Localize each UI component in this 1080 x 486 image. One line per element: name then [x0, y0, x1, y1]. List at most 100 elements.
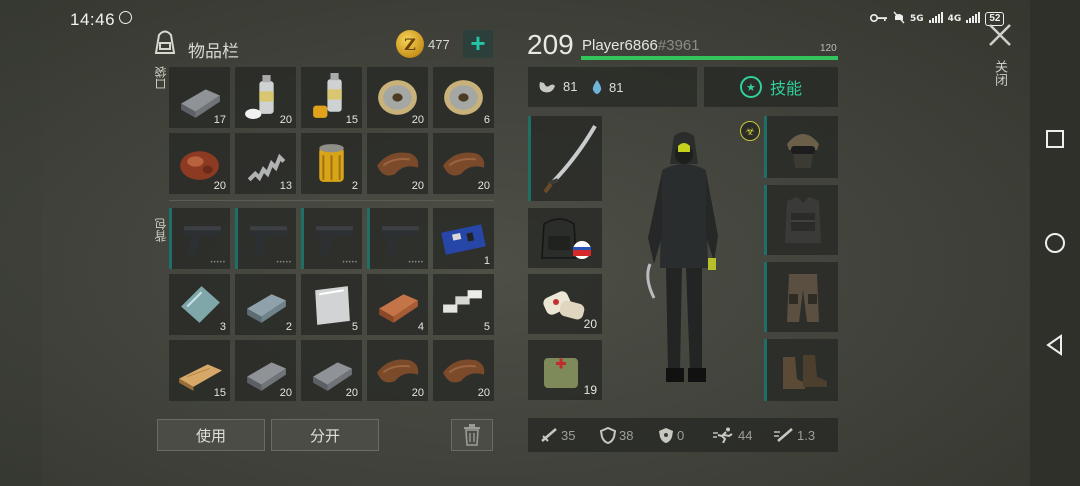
- inventory-slot[interactable]: 15: [169, 340, 230, 401]
- item-count: 20: [411, 180, 424, 192]
- wire-spool-icon: [444, 80, 483, 115]
- pockets-grid: 17 20 15 20 6 20 13 2 20 20: [169, 67, 494, 194]
- inventory-slot[interactable]: 13: [235, 133, 296, 194]
- trash-icon: [464, 424, 480, 446]
- inventory-slot[interactable]: 20: [169, 133, 230, 194]
- xp-max: 120: [820, 43, 837, 54]
- inventory-slot[interactable]: 20: [433, 133, 494, 194]
- hunger-stat: 81: [537, 79, 577, 94]
- weapon-slot[interactable]: [528, 116, 602, 201]
- steel-ingot-icon: [247, 294, 286, 323]
- attack-speed-value: 1.3: [797, 427, 816, 443]
- item-count: 15: [345, 114, 358, 126]
- attack-stat: 35: [540, 427, 575, 443]
- item-count: 4: [417, 321, 424, 333]
- inventory-slot[interactable]: 4: [367, 274, 428, 335]
- pistol-icon: [184, 226, 221, 255]
- back-button[interactable]: [1041, 331, 1069, 359]
- inventory-slot[interactable]: 20: [433, 340, 494, 401]
- signal-label-2: 4G: [947, 14, 962, 24]
- item-count: 20: [411, 114, 424, 126]
- item-count: 20: [583, 317, 597, 331]
- radiation-shield-icon: [659, 428, 673, 443]
- bolts-icon: [443, 290, 482, 313]
- medical-slot[interactable]: 20: [528, 274, 602, 334]
- body-armor-slot[interactable]: [764, 185, 838, 255]
- close-label[interactable]: 关闭: [991, 60, 1010, 86]
- game-screen: 14:46 5G 4G 52 物品栏 Z 477 + 口袋 背包 17 20 1…: [0, 0, 1080, 486]
- item-count: 5: [351, 321, 358, 333]
- pistol-icon: [316, 226, 353, 255]
- item-count: 20: [477, 387, 490, 399]
- boots-slot[interactable]: [764, 339, 838, 401]
- quick-slot[interactable]: 19: [528, 340, 602, 400]
- recents-button[interactable]: [1041, 125, 1069, 153]
- inventory-slot[interactable]: 20: [367, 340, 428, 401]
- skills-button[interactable]: ★ 技能: [704, 67, 838, 107]
- inventory-slot[interactable]: •••••: [235, 208, 296, 269]
- inventory-slot[interactable]: 20: [301, 340, 362, 401]
- pants-slot[interactable]: [764, 262, 838, 332]
- shield-icon: [600, 427, 616, 444]
- pockets-label: 口袋: [154, 66, 168, 90]
- inventory-slot[interactable]: 20: [367, 133, 428, 194]
- inventory-slot[interactable]: •••••: [301, 208, 362, 269]
- star-icon: ★: [739, 76, 762, 98]
- attack-speed-stat: 1.3: [774, 427, 815, 443]
- inventory-slot[interactable]: 20: [367, 67, 428, 128]
- item-count: 15: [213, 387, 226, 399]
- use-button[interactable]: 使用: [157, 419, 265, 451]
- durability-dots: •••••: [342, 260, 358, 266]
- inventory-slot[interactable]: 3: [169, 274, 230, 335]
- durability-dots: •••••: [276, 260, 292, 266]
- split-button[interactable]: 分开: [271, 419, 379, 451]
- player-tag: #3961: [657, 37, 700, 54]
- biohazard-icon[interactable]: ☣: [740, 121, 760, 141]
- helmet-slot[interactable]: [764, 116, 838, 178]
- thirst-stat: 81: [591, 79, 623, 95]
- copper-ingot-icon: [379, 294, 418, 323]
- inventory-slot[interactable]: •••••: [367, 208, 428, 269]
- inventory-slot[interactable]: 5: [433, 274, 494, 335]
- helmet-icon: [787, 134, 819, 168]
- item-count: 2: [285, 321, 292, 333]
- inventory-slot[interactable]: 15: [301, 67, 362, 128]
- armor-vest-icon: [785, 197, 821, 243]
- aluminum-sheet-icon: [315, 286, 350, 325]
- home-button[interactable]: [1041, 229, 1069, 257]
- boots-icon: [783, 355, 827, 389]
- add-coins-button[interactable]: +: [463, 30, 493, 58]
- speed-stat: 44: [713, 427, 752, 443]
- square-icon: [1046, 130, 1064, 148]
- inventory-slot[interactable]: 20: [235, 340, 296, 401]
- backpack-slot[interactable]: [528, 208, 602, 268]
- inventory-slot[interactable]: 20: [235, 67, 296, 128]
- inventory-slot[interactable]: 17: [169, 67, 230, 128]
- stats-bar: 35 38 0 44 1.3: [528, 418, 838, 452]
- item-count: 20: [345, 387, 358, 399]
- inventory-slot[interactable]: 5: [301, 274, 362, 335]
- oil-filter-icon: [319, 144, 344, 182]
- inventory-slot[interactable]: •••••: [169, 208, 230, 269]
- swift-sword-icon: [774, 428, 793, 442]
- inventory-title: 物品栏: [188, 42, 239, 61]
- signal-bars-icon: [966, 12, 981, 26]
- key-icon: [869, 13, 888, 26]
- katana-icon: [543, 124, 597, 194]
- coin-balance: 477: [428, 37, 450, 52]
- inventory-slot[interactable]: 1: [433, 208, 494, 269]
- item-count: 20: [213, 180, 226, 192]
- inventory-slot[interactable]: 2: [235, 274, 296, 335]
- item-count: 5: [483, 321, 490, 333]
- item-count: 19: [583, 383, 597, 397]
- system-nav-bar: [1030, 0, 1080, 486]
- circuit-board-icon: [441, 224, 486, 255]
- close-icon[interactable]: [987, 22, 1013, 48]
- player-level: 209: [527, 29, 574, 60]
- item-count: 3: [219, 321, 226, 333]
- discard-button[interactable]: [451, 419, 493, 451]
- inventory-slot[interactable]: 2: [301, 133, 362, 194]
- xp-bar-fill: [581, 56, 838, 60]
- inventory-slot[interactable]: 6: [433, 67, 494, 128]
- player-name-line: Player6866#3961: [582, 37, 700, 54]
